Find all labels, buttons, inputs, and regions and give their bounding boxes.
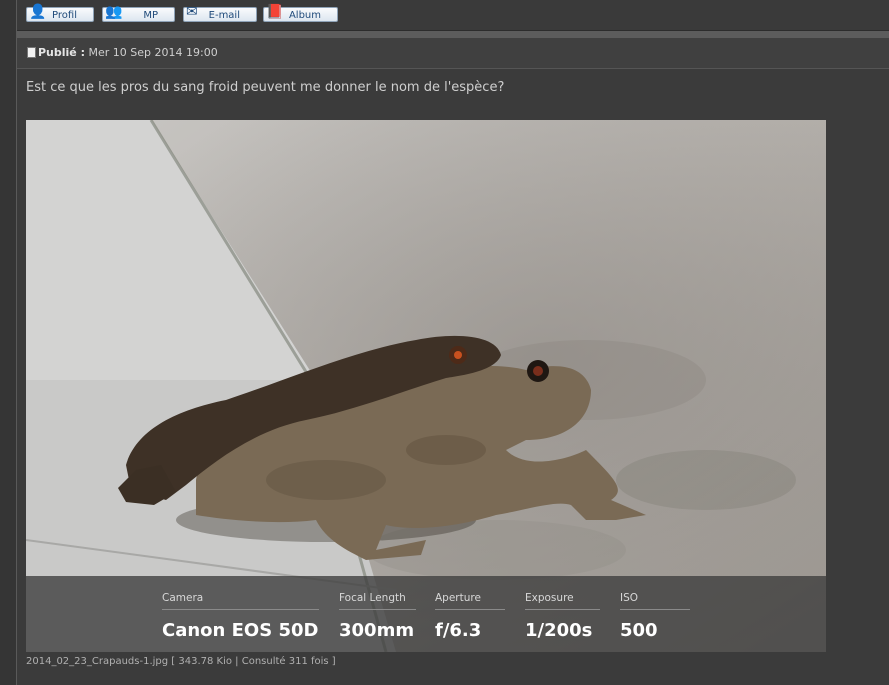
attached-photo[interactable]: Camera Canon EOS 50D Focal Length 300mm … (26, 120, 826, 652)
exif-divider (620, 609, 690, 610)
post-icon (27, 47, 36, 58)
email-button[interactable]: ✉ E-mail (183, 4, 257, 22)
user-icon: 👤 (29, 4, 47, 20)
exif-focal-label: Focal Length (339, 592, 406, 604)
envelope-icon: ✉ (186, 4, 198, 20)
published-label: Publié : (38, 46, 85, 59)
exif-panel: Camera Canon EOS 50D Focal Length 300mm … (26, 576, 826, 652)
published-date: Mer 10 Sep 2014 19:00 (88, 46, 218, 59)
exif-divider (435, 609, 505, 610)
album-icon: 📕 (266, 4, 284, 20)
exif-divider (162, 609, 319, 610)
exif-camera-label: Camera (162, 592, 204, 604)
post-published: Publié : Mer 10 Sep 2014 19:00 (38, 46, 218, 59)
profile-button-label: Profil (52, 10, 77, 21)
exif-divider (339, 609, 416, 610)
exif-exposure-value: 1/200s (525, 620, 593, 641)
profile-button[interactable]: 👤 Profil (26, 4, 94, 22)
toad-photo-illustration (26, 120, 826, 652)
album-button[interactable]: 📕 Album (263, 4, 338, 22)
post-header: Publié : Mer 10 Sep 2014 19:00 (17, 38, 889, 69)
post-message: Est ce que les pros du sang froid peuven… (26, 80, 505, 95)
pm-button[interactable]: 👥 MP (102, 4, 175, 22)
exif-aperture-label: Aperture (435, 592, 481, 604)
users-icon: 👥 (105, 4, 123, 20)
email-button-label: E-mail (208, 10, 240, 21)
exif-exposure-label: Exposure (525, 592, 574, 604)
left-border (0, 0, 17, 685)
exif-camera-value: Canon EOS 50D (162, 620, 319, 641)
attachment-caption: 2014_02_23_Crapauds-1.jpg [ 343.78 Kio |… (26, 656, 336, 667)
separator-strip (17, 31, 889, 38)
exif-aperture-value: f/6.3 (435, 620, 482, 641)
exif-divider (525, 609, 600, 610)
exif-iso-label: ISO (620, 592, 639, 604)
post-toolbar: 👤 Profil 👥 MP ✉ E-mail 📕 Album (17, 0, 889, 31)
pm-button-label: MP (143, 10, 158, 21)
album-button-label: Album (288, 10, 321, 21)
exif-focal-value: 300mm (339, 620, 415, 641)
exif-iso-value: 500 (620, 620, 658, 641)
